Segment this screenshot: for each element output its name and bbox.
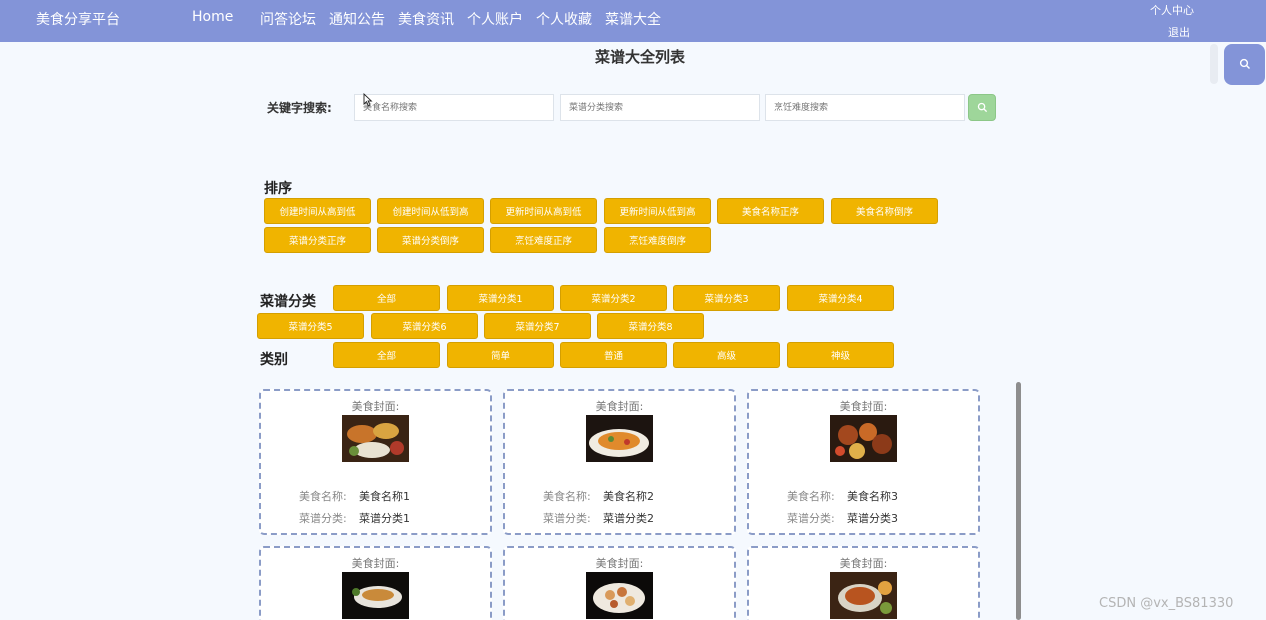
page-title: 菜谱大全列表 <box>594 48 685 66</box>
recipe-category-value: 菜谱分类1 <box>359 512 410 525</box>
food-name-value: 美食名称2 <box>603 490 654 503</box>
food-name-label: 美食名称: <box>787 490 835 503</box>
nav-home[interactable]: Home <box>192 9 233 25</box>
category-filter-button[interactable]: 菜谱分类2 <box>560 285 667 311</box>
food-name-value: 美食名称1 <box>359 490 410 503</box>
food-cover-image <box>342 572 409 619</box>
sort-option-button[interactable]: 创建时间从高到低 <box>264 198 371 224</box>
level-filter-button[interactable]: 普通 <box>560 342 667 368</box>
sort-label: 排序 <box>264 181 292 197</box>
sort-option-button[interactable]: 创建时间从低到高 <box>377 198 484 224</box>
recipe-category-label: 菜谱分类: <box>299 512 347 525</box>
cover-caption: 美食封面: <box>839 400 888 413</box>
recipe-category-value: 菜谱分类2 <box>603 512 654 525</box>
food-name-label: 美食名称: <box>299 490 347 503</box>
content-scrollbar[interactable] <box>1016 382 1021 620</box>
recipe-category-value: 菜谱分类3 <box>847 512 898 525</box>
food-name-search-input[interactable] <box>354 94 554 121</box>
brand-title[interactable]: 美食分享平台 <box>36 9 120 29</box>
top-navigation-bar: 美食分享平台 Home 问答论坛 通知公告 美食资讯 个人账户 个人收藏 菜谱大… <box>0 0 1266 42</box>
food-cover-image <box>830 572 897 619</box>
category-filter-button[interactable]: 菜谱分类5 <box>257 313 364 339</box>
recipe-card[interactable]: 美食封面: 美食名称: 美食名称2 菜谱分类: 菜谱分类2 <box>503 389 736 535</box>
food-name-value: 美食名称3 <box>847 490 898 503</box>
nav-menu: 问答论坛 通知公告 美食资讯 个人账户 个人收藏 菜谱大全 <box>260 9 661 29</box>
recipe-card[interactable]: 美食封面: 美食名称: 美食名称1 菜谱分类: 菜谱分类1 <box>259 389 492 535</box>
food-cover-image <box>830 415 897 462</box>
category-filter-button[interactable]: 菜谱分类6 <box>371 313 478 339</box>
sort-option-button[interactable]: 美食名称正序 <box>717 198 824 224</box>
level-filter-button[interactable]: 简单 <box>447 342 554 368</box>
level-filter-button[interactable]: 全部 <box>333 342 440 368</box>
user-center-link[interactable]: 个人中心 <box>1150 2 1194 18</box>
category-filter-button[interactable]: 菜谱分类3 <box>673 285 780 311</box>
cover-caption: 美食封面: <box>839 557 888 570</box>
level-filter-button[interactable]: 高级 <box>673 342 780 368</box>
search-icon <box>977 98 988 117</box>
nav-item-favorites[interactable]: 个人收藏 <box>536 9 592 29</box>
sort-option-button[interactable]: 菜谱分类正序 <box>264 227 371 253</box>
sort-option-button[interactable]: 烹饪难度倒序 <box>604 227 711 253</box>
category-filter-button[interactable]: 菜谱分类8 <box>597 313 704 339</box>
recipe-card[interactable]: 美食封面: <box>747 546 980 620</box>
sort-option-button[interactable]: 更新时间从高到低 <box>490 198 597 224</box>
sort-option-button[interactable]: 更新时间从低到高 <box>604 198 711 224</box>
sort-option-button[interactable]: 菜谱分类倒序 <box>377 227 484 253</box>
cover-caption: 美食封面: <box>595 400 644 413</box>
logout-link[interactable]: 退出 <box>1168 24 1190 40</box>
recipe-category-label: 菜谱分类: <box>787 512 835 525</box>
recipe-category-label: 菜谱分类: <box>543 512 591 525</box>
nav-item-account[interactable]: 个人账户 <box>467 9 523 29</box>
search-label: 关键字搜索: <box>267 101 332 115</box>
watermark: CSDN @vx_BS81330 <box>1099 596 1234 611</box>
nav-item-notice[interactable]: 通知公告 <box>329 9 385 29</box>
category-filter-button[interactable]: 菜谱分类4 <box>787 285 894 311</box>
category-label: 菜谱分类 <box>260 294 316 310</box>
nav-item-news[interactable]: 美食资讯 <box>398 9 454 29</box>
food-cover-image <box>586 572 653 619</box>
level-filter-button[interactable]: 神级 <box>787 342 894 368</box>
cover-caption: 美食封面: <box>595 557 644 570</box>
category-filter-button[interactable]: 菜谱分类7 <box>484 313 591 339</box>
nav-item-recipes[interactable]: 菜谱大全 <box>605 9 661 29</box>
cover-caption: 美食封面: <box>351 400 400 413</box>
food-name-label: 美食名称: <box>543 490 591 503</box>
mouse-cursor-icon <box>363 92 373 111</box>
category-filter-button[interactable]: 菜谱分类1 <box>447 285 554 311</box>
recipe-card[interactable]: 美食封面: <box>259 546 492 620</box>
recipe-category-search-input[interactable] <box>560 94 760 121</box>
search-button[interactable] <box>968 94 996 121</box>
recipe-card[interactable]: 美食封面: 美食名称: 美食名称3 菜谱分类: 菜谱分类3 <box>747 389 980 535</box>
category-filter-button[interactable]: 全部 <box>333 285 440 311</box>
difficulty-search-input[interactable] <box>765 94 965 121</box>
recipe-card[interactable]: 美食封面: <box>503 546 736 620</box>
food-cover-image <box>586 415 653 462</box>
level-label: 类别 <box>260 352 288 368</box>
sort-option-button[interactable]: 烹饪难度正序 <box>490 227 597 253</box>
nav-item-forum[interactable]: 问答论坛 <box>260 9 316 29</box>
food-cover-image <box>342 415 409 462</box>
cover-caption: 美食封面: <box>351 557 400 570</box>
sort-option-button[interactable]: 美食名称倒序 <box>831 198 938 224</box>
